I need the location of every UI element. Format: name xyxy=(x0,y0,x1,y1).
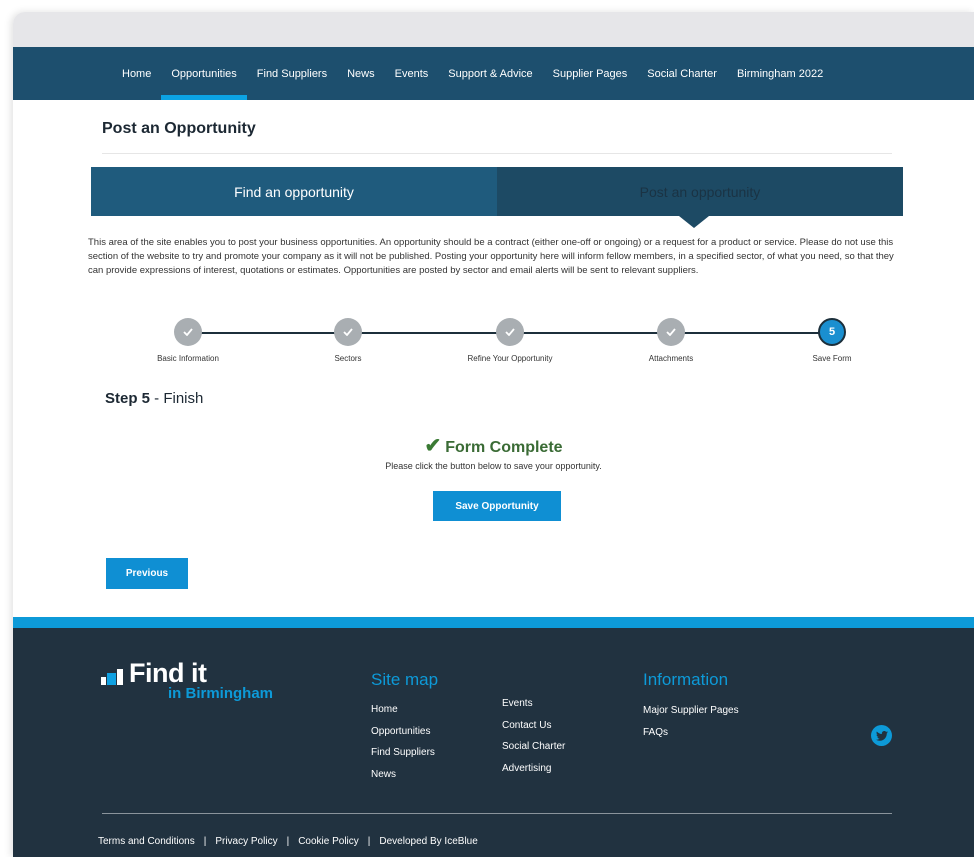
check-icon xyxy=(174,318,202,346)
browser-window: Home Opportunities Find Suppliers News E… xyxy=(13,12,974,857)
step-refine-opportunity: Refine Your Opportunity xyxy=(450,318,570,363)
developer-credit-link[interactable]: Developed By IceBlue xyxy=(379,836,477,847)
site-footer: Find it in Birmingham Site map Home Oppo… xyxy=(13,628,974,857)
site-logo[interactable]: Find it in Birmingham xyxy=(101,658,273,702)
opportunity-tabs: Find an opportunity Post an opportunity xyxy=(91,167,903,228)
sitemap-heading: Site map xyxy=(371,670,439,689)
check-icon xyxy=(334,318,362,346)
form-complete-title: Form Complete xyxy=(445,439,563,456)
browser-chrome xyxy=(13,12,974,47)
step-heading-number: Step 5 xyxy=(105,390,151,407)
twitter-icon[interactable] xyxy=(871,725,892,746)
step-heading-title: - Finish xyxy=(150,390,204,407)
form-complete-heading: ✔ Form Complete xyxy=(13,433,974,458)
check-icon xyxy=(496,318,524,346)
privacy-link[interactable]: Privacy Policy xyxy=(215,836,277,847)
main-nav: Home Opportunities Find Suppliers News E… xyxy=(13,47,974,100)
check-icon xyxy=(657,318,685,346)
step-number: 5 xyxy=(818,318,846,346)
footer-link-opportunities[interactable]: Opportunities xyxy=(371,726,435,748)
page-title: Post an Opportunity xyxy=(102,120,256,137)
footer-link-find-suppliers[interactable]: Find Suppliers xyxy=(371,747,435,769)
footer-divider xyxy=(102,813,892,814)
terms-link[interactable]: Terms and Conditions xyxy=(98,836,195,847)
tab-post-label: Post an opportunity xyxy=(639,183,761,200)
form-complete-message: Please click the button below to save yo… xyxy=(385,461,602,471)
footer-link-events[interactable]: Events xyxy=(502,698,565,720)
footer-link-faqs[interactable]: FAQs xyxy=(643,727,739,749)
footer-link-home[interactable]: Home xyxy=(371,704,435,726)
footer-link-social-charter[interactable]: Social Charter xyxy=(502,741,565,763)
progress-stepper: Basic Information Sectors Refine Your Op… xyxy=(88,318,918,368)
previous-button[interactable]: Previous xyxy=(106,558,188,589)
step-heading: Step 5 - Finish xyxy=(105,390,203,407)
footer-accent-stripe xyxy=(13,617,974,628)
information-links: Major Supplier Pages FAQs xyxy=(643,705,739,748)
nav-item-home[interactable]: Home xyxy=(112,47,161,100)
nav-item-events[interactable]: Events xyxy=(385,47,439,100)
sitemap-links-col2: Events Contact Us Social Charter Adverti… xyxy=(502,698,565,784)
title-divider xyxy=(102,153,892,154)
logo-main-text: Find it xyxy=(129,658,207,688)
legal-separator: | xyxy=(367,836,371,847)
intro-text: This area of the site enables you to pos… xyxy=(88,237,894,276)
nav-item-opportunities[interactable]: Opportunities xyxy=(161,47,248,100)
nav-item-find-suppliers[interactable]: Find Suppliers xyxy=(247,47,337,100)
active-tab-pointer xyxy=(679,216,709,228)
nav-item-support-advice[interactable]: Support & Advice xyxy=(438,47,542,100)
nav-item-social-charter[interactable]: Social Charter xyxy=(637,47,727,100)
checkmark-icon: ✔ xyxy=(424,435,442,457)
footer-link-contact-us[interactable]: Contact Us xyxy=(502,720,565,742)
tab-post-opportunity[interactable]: Post an opportunity xyxy=(497,167,903,228)
footer-link-advertising[interactable]: Advertising xyxy=(502,763,565,785)
step-sectors: Sectors xyxy=(288,318,408,363)
sitemap-links-col1: Home Opportunities Find Suppliers News xyxy=(371,704,435,790)
step-save-form: 5 Save Form xyxy=(772,318,892,363)
information-heading: Information xyxy=(643,670,729,689)
legal-links: Terms and Conditions | Privacy Policy | … xyxy=(98,836,478,847)
step-label: Save Form xyxy=(812,354,852,363)
legal-separator: | xyxy=(203,836,207,847)
step-attachments: Attachments xyxy=(611,318,731,363)
footer-link-major-supplier-pages[interactable]: Major Supplier Pages xyxy=(643,705,739,727)
step-basic-information: Basic Information xyxy=(128,318,248,363)
tab-find-opportunity[interactable]: Find an opportunity xyxy=(91,167,497,216)
footer-link-news[interactable]: News xyxy=(371,769,435,791)
logo-bars-icon xyxy=(101,669,123,685)
cookie-policy-link[interactable]: Cookie Policy xyxy=(298,836,359,847)
step-label: Attachments xyxy=(648,354,694,363)
step-label: Refine Your Opportunity xyxy=(467,354,553,363)
step-label: Sectors xyxy=(334,354,362,363)
nav-item-birmingham-2022[interactable]: Birmingham 2022 xyxy=(727,47,833,100)
legal-separator: | xyxy=(286,836,290,847)
step-label: Basic Information xyxy=(157,354,219,363)
save-opportunity-button[interactable]: Save Opportunity xyxy=(433,491,561,521)
nav-item-supplier-pages[interactable]: Supplier Pages xyxy=(543,47,638,100)
nav-item-news[interactable]: News xyxy=(337,47,385,100)
